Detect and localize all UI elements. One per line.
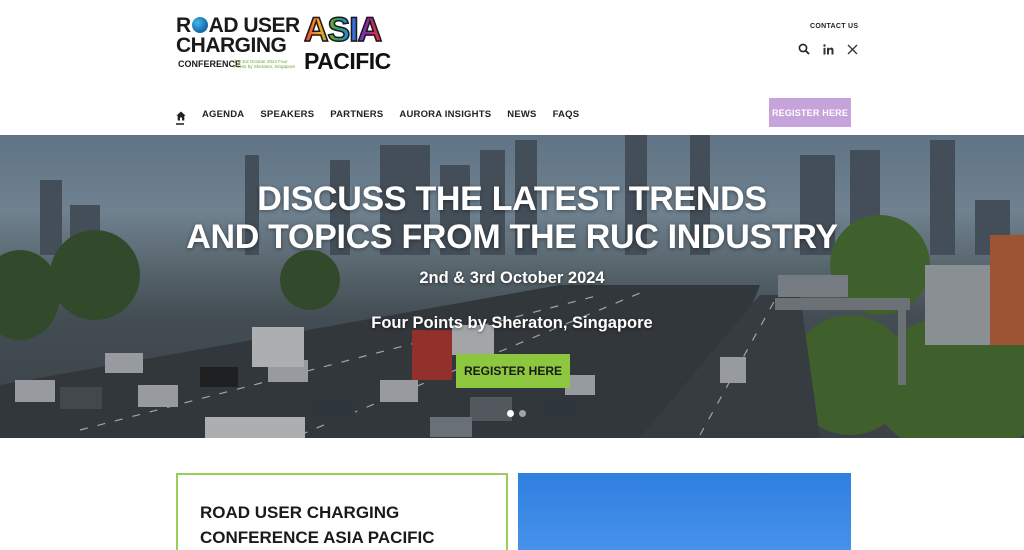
- hero-slider: DISCUSS THE LATEST TRENDS AND TOPICS FRO…: [0, 135, 1024, 438]
- main-nav: AGENDA SPEAKERS PARTNERS AURORA INSIGHTS…: [176, 104, 595, 124]
- header-icons: [797, 41, 859, 57]
- slider-dot[interactable]: [507, 410, 514, 417]
- logo-pacific: PACIFIC: [304, 48, 391, 74]
- intro-card: ROAD USER CHARGING CONFERENCE ASIA PACIF…: [176, 473, 508, 550]
- logo-conference: CONFERENCE: [178, 59, 242, 69]
- hero-headline-line1: DISCUSS THE LATEST TRENDS: [257, 180, 767, 218]
- linkedin-icon[interactable]: [821, 42, 835, 56]
- intro-image-panel: [518, 473, 851, 550]
- search-icon[interactable]: [797, 42, 811, 56]
- register-button[interactable]: REGISTER HERE: [769, 98, 851, 127]
- contact-us-link[interactable]: CONTACT US: [810, 23, 858, 30]
- logo-dates: 2 & 3rd October 2024 Four Points by Sher…: [234, 59, 296, 69]
- nav-faqs[interactable]: FAQS: [553, 109, 580, 120]
- x-twitter-icon[interactable]: [845, 42, 859, 56]
- intro-title: ROAD USER CHARGING CONFERENCE ASIA PACIF…: [200, 503, 435, 547]
- site-logo[interactable]: R AD USER CHARGING CONFERENCE 2 & 3rd Oct…: [176, 11, 398, 74]
- slider-dots: [507, 410, 526, 417]
- home-icon[interactable]: [176, 108, 186, 121]
- nav-agenda[interactable]: AGENDA: [202, 109, 244, 120]
- hero-date: 2nd & 3rd October 2024: [419, 269, 605, 287]
- active-nav-indicator: [176, 123, 184, 125]
- hero-headline-line2: AND TOPICS FROM THE RUC INDUSTRY: [186, 218, 838, 256]
- nav-speakers[interactable]: SPEAKERS: [260, 109, 314, 120]
- nav-aurora-insights[interactable]: AURORA INSIGHTS: [399, 109, 491, 120]
- hero-venue: Four Points by Sheraton, Singapore: [371, 314, 653, 332]
- nav-partners[interactable]: PARTNERS: [330, 109, 383, 120]
- slider-dot[interactable]: [519, 410, 526, 417]
- globe-icon: [191, 17, 208, 33]
- nav-news[interactable]: NEWS: [507, 109, 536, 120]
- logo-asia: ASIA: [303, 11, 383, 49]
- logo-wordmark: R AD USER CHARGING: [176, 14, 300, 57]
- site-header: R AD USER CHARGING CONFERENCE 2 & 3rd Oct…: [0, 0, 1024, 135]
- hero-register-button[interactable]: REGISTER HERE: [456, 354, 570, 388]
